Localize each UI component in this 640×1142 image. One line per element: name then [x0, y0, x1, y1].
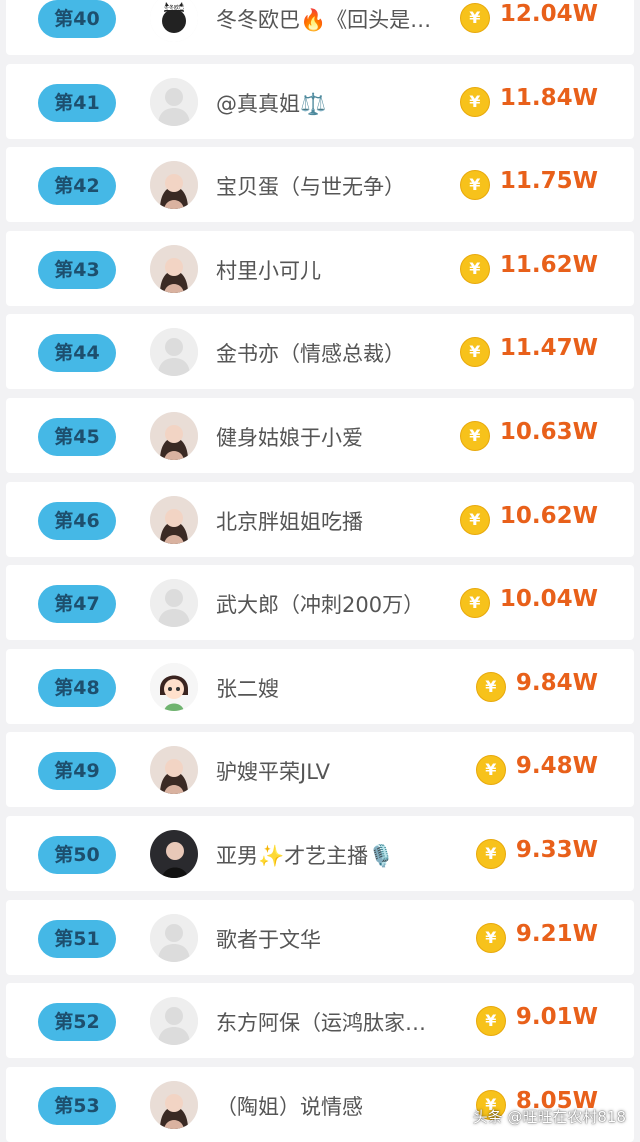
rank-row[interactable]: 第47 武大郎（冲刺200万） 10.04W ¥ — [6, 565, 634, 641]
rank-badge: 第40 — [38, 0, 116, 38]
watermark: 头条 @旺旺在农村818 — [472, 1108, 626, 1126]
coin-icon: ¥ — [459, 504, 490, 535]
rank-badge: 第52 — [38, 1003, 116, 1042]
avatar[interactable] — [150, 997, 198, 1046]
rank-badge: 第44 — [38, 334, 116, 373]
gift-amount: 9.48W — [515, 753, 598, 780]
rank-row[interactable]: 第46 北京胖姐姐吃播 10.62W ¥ — [6, 481, 634, 557]
coin-icon: ¥ — [459, 86, 490, 117]
rank-row[interactable]: 第41 @真真姐⚖️ 11.84W ¥ — [6, 63, 634, 139]
rank-row[interactable]: 第48 张二嫂 9.84W ¥ — [6, 648, 634, 724]
avatar[interactable] — [150, 662, 198, 711]
streamer-name[interactable]: 驴嫂平荣JLV — [216, 756, 330, 786]
gift-amount: 11.84W — [499, 84, 598, 111]
coin-icon: ¥ — [475, 839, 506, 869]
streamer-name[interactable]: 宝贝蛋（与世无争） — [216, 171, 405, 201]
rank-row[interactable]: 第51 歌者于文华 9.21W ¥ — [6, 899, 634, 975]
avatar[interactable] — [150, 412, 198, 460]
avatar[interactable] — [150, 328, 198, 377]
streamer-name[interactable]: 张二嫂 — [216, 673, 279, 703]
streamer-name[interactable]: 歌者于文华 — [216, 924, 321, 954]
streamer-name[interactable]: @真真姐⚖️ — [216, 88, 326, 118]
rank-row[interactable]: 第52 东方阿保（运鸿肽家… 9.01W ¥ — [6, 983, 634, 1059]
rank-row[interactable]: 第42 宝贝蛋（与世无争） 11.75W ¥ — [6, 147, 634, 223]
streamer-name[interactable]: 村里小可儿 — [216, 255, 321, 285]
rank-badge: 第53 — [38, 1086, 116, 1125]
rank-badge: 第42 — [38, 167, 116, 206]
coin-icon: ¥ — [459, 3, 490, 33]
avatar[interactable]: 冬冬欧巴 — [150, 0, 198, 42]
coin-icon: ¥ — [459, 421, 490, 451]
avatar[interactable] — [150, 161, 198, 210]
rank-badge: 第46 — [38, 501, 116, 540]
gift-amount: 11.47W — [499, 335, 598, 362]
streamer-name[interactable]: 东方阿保（运鸿肽家… — [216, 1007, 426, 1037]
gift-amount: 10.63W — [499, 419, 598, 445]
coin-icon: ¥ — [475, 922, 506, 953]
gift-amount: 12.04W — [499, 1, 598, 27]
rank-row[interactable]: 第53 （陶姐）说情感 8.05W ¥ — [6, 1066, 634, 1142]
coin-icon: ¥ — [459, 253, 490, 284]
gift-amount: 9.21W — [515, 920, 598, 947]
streamer-name[interactable]: 北京胖姐姐吃播 — [216, 506, 363, 536]
rank-badge: 第49 — [38, 752, 116, 791]
streamer-name[interactable]: 冬冬欧巴🔥《回头是… — [216, 4, 431, 34]
gift-amount: 10.62W — [499, 502, 598, 529]
rank-badge: 第43 — [38, 250, 116, 289]
streamer-name[interactable]: （陶姐）说情感 — [216, 1091, 363, 1121]
coin-icon: ¥ — [459, 588, 490, 619]
coin-icon: ¥ — [459, 337, 490, 368]
rank-row[interactable]: 第49 驴嫂平荣JLV 9.48W ¥ — [6, 732, 634, 808]
avatar[interactable] — [150, 830, 198, 878]
coin-icon: ¥ — [459, 170, 490, 201]
gift-amount: 11.62W — [499, 251, 598, 278]
rank-badge: 第51 — [38, 919, 116, 958]
rank-badge: 第47 — [38, 585, 116, 624]
coin-icon: ¥ — [475, 671, 506, 702]
coin-icon: ¥ — [475, 755, 506, 786]
rank-badge: 第50 — [38, 836, 116, 874]
rank-row[interactable]: 第43 村里小可儿 11.62W ¥ — [6, 230, 634, 306]
rank-row[interactable]: 第45 健身姑娘于小爱 10.63W ¥ — [6, 398, 634, 473]
avatar[interactable] — [150, 579, 198, 628]
gift-amount: 9.01W — [515, 1004, 598, 1031]
gift-amount: 10.04W — [499, 586, 598, 613]
streamer-name[interactable]: 金书亦（情感总裁） — [216, 338, 405, 368]
gift-amount: 11.75W — [499, 168, 598, 195]
rank-badge: 第41 — [38, 83, 116, 122]
streamer-name[interactable]: 健身姑娘于小爱 — [216, 422, 363, 452]
streamer-name[interactable]: 亚男✨才艺主播🎙️ — [216, 840, 394, 870]
avatar[interactable] — [150, 244, 198, 293]
avatar[interactable] — [150, 746, 198, 795]
rank-badge: 第45 — [38, 418, 116, 456]
rank-badge: 第48 — [38, 668, 116, 707]
gift-amount: 9.33W — [515, 837, 598, 863]
avatar[interactable] — [150, 77, 198, 126]
avatar[interactable] — [150, 1080, 198, 1129]
avatar[interactable] — [150, 913, 198, 962]
svg-text:冬冬欧巴: 冬冬欧巴 — [164, 4, 184, 11]
coin-icon: ¥ — [475, 1006, 506, 1037]
avatar[interactable] — [150, 495, 198, 544]
streamer-name[interactable]: 武大郎（冲刺200万） — [216, 589, 424, 619]
rank-row[interactable]: 第40 冬冬欧巴 冬冬欧巴🔥《回头是… 12.04W ¥ — [6, 0, 634, 55]
gift-amount: 9.84W — [515, 669, 598, 696]
rank-row[interactable]: 第44 金书亦（情感总裁） 11.47W ¥ — [6, 314, 634, 390]
rank-row[interactable]: 第50 亚男✨才艺主播🎙️ 9.33W ¥ — [6, 816, 634, 891]
